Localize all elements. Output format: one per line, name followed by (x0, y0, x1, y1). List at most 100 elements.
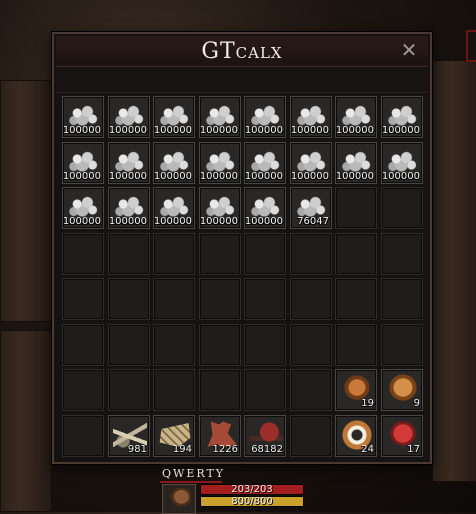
inventory-slot-empty[interactable] (381, 187, 423, 229)
inventory-slot-empty[interactable] (62, 233, 104, 275)
item-quantity: 24 (361, 444, 374, 455)
inventory-slot-empty[interactable] (244, 233, 286, 275)
inventory-slot[interactable]: 100000 (335, 142, 377, 184)
window-titlebar[interactable]: GTcalx ✕ (56, 36, 428, 67)
inventory-slot[interactable]: 76047 (290, 187, 332, 229)
inventory-slot-empty[interactable] (199, 278, 241, 320)
item-quantity: 100000 (153, 171, 192, 182)
inventory-slot-empty[interactable] (290, 324, 332, 366)
inventory-slot-empty[interactable] (381, 278, 423, 320)
inventory-slot[interactable]: 100000 (381, 96, 423, 138)
inventory-slot[interactable]: 100000 (108, 187, 150, 229)
inventory-slot-empty[interactable] (62, 415, 104, 457)
item-quantity: 100000 (335, 125, 374, 136)
inventory-slot-empty[interactable] (199, 369, 241, 411)
item-quantity: 100000 (381, 171, 420, 182)
inventory-slot-empty[interactable] (153, 324, 195, 366)
item-quantity: 100000 (108, 171, 147, 182)
inventory-slot-empty[interactable] (290, 415, 332, 457)
inventory-slot-empty[interactable] (244, 369, 286, 411)
character-portrait[interactable] (162, 484, 196, 514)
inventory-slot[interactable]: 100000 (108, 142, 150, 184)
item-quantity: 100000 (108, 125, 147, 136)
inventory-slot-empty[interactable] (381, 324, 423, 366)
inventory-slot-empty[interactable] (290, 278, 332, 320)
inventory-slot-empty[interactable] (290, 233, 332, 275)
item-quantity: 100000 (62, 171, 101, 182)
inventory-slot[interactable]: 24 (335, 415, 377, 457)
character-name: QWERTY (162, 467, 226, 480)
inventory-slot[interactable]: 100000 (290, 142, 332, 184)
window-title: GTcalx (201, 39, 283, 64)
inventory-slot[interactable]: 100000 (199, 187, 241, 229)
inventory-slot-empty[interactable] (335, 233, 377, 275)
item-quantity: 100000 (199, 216, 238, 227)
inventory-slot[interactable]: 19 (335, 369, 377, 411)
inventory-slot[interactable]: 17 (381, 415, 423, 457)
item-quantity: 100000 (199, 171, 238, 182)
close-icon[interactable]: ✕ (400, 40, 418, 60)
inventory-slot[interactable]: 100000 (153, 187, 195, 229)
inventory-slot-empty[interactable] (335, 278, 377, 320)
inventory-slot[interactable]: 100000 (153, 96, 195, 138)
item-quantity: 194 (172, 444, 192, 455)
inventory-slot[interactable]: 100000 (62, 187, 104, 229)
item-quantity: 981 (127, 444, 147, 455)
stamina-value: 800/800 (231, 496, 273, 507)
item-quantity: 100000 (290, 125, 329, 136)
background-frame (466, 30, 476, 62)
inventory-slot[interactable]: 100000 (108, 96, 150, 138)
inventory-slot-empty[interactable] (108, 324, 150, 366)
name-underline (160, 481, 222, 483)
inventory-slot-empty[interactable] (244, 324, 286, 366)
inventory-slot-empty[interactable] (199, 233, 241, 275)
inventory-slot[interactable]: 100000 (290, 96, 332, 138)
background-plank (0, 330, 52, 512)
inventory-slot[interactable]: 68182 (244, 415, 286, 457)
inventory-slot[interactable]: 1226 (199, 415, 241, 457)
inventory-slot-empty[interactable] (335, 187, 377, 229)
inventory-slot[interactable]: 100000 (153, 142, 195, 184)
inventory-slot-empty[interactable] (290, 369, 332, 411)
inventory-slot-empty[interactable] (108, 369, 150, 411)
background-plank (432, 60, 476, 482)
inventory-slot-empty[interactable] (153, 369, 195, 411)
inventory-slot[interactable]: 100000 (62, 142, 104, 184)
background-plank (0, 80, 52, 322)
inventory-slot[interactable]: 9 (381, 369, 423, 411)
item-quantity: 100000 (62, 216, 101, 227)
inventory-slot[interactable]: 100000 (199, 96, 241, 138)
inventory-slot[interactable]: 100000 (199, 142, 241, 184)
inventory-slot-empty[interactable] (62, 369, 104, 411)
item-quantity: 100000 (244, 216, 283, 227)
health-value: 203/203 (231, 484, 273, 495)
window-subbar (56, 68, 428, 93)
inventory-slot-empty[interactable] (62, 278, 104, 320)
item-quantity: 100000 (244, 171, 283, 182)
inventory-slot[interactable]: 100000 (62, 96, 104, 138)
inventory-slot-empty[interactable] (153, 278, 195, 320)
inventory-slot-empty[interactable] (244, 278, 286, 320)
inventory-slot-empty[interactable] (62, 324, 104, 366)
inventory-slot[interactable]: 981 (108, 415, 150, 457)
item-quantity: 9 (413, 398, 420, 409)
inventory-slot[interactable]: 100000 (244, 142, 286, 184)
inventory-slot[interactable]: 194 (153, 415, 195, 457)
inventory-slot-empty[interactable] (335, 324, 377, 366)
inventory-slot-empty[interactable] (381, 233, 423, 275)
item-quantity: 100000 (153, 216, 192, 227)
inventory-slot-empty[interactable] (153, 233, 195, 275)
item-quantity: 19 (361, 398, 374, 409)
item-quantity: 100000 (199, 125, 238, 136)
item-quantity: 76047 (297, 216, 329, 227)
inventory-slot-empty[interactable] (199, 324, 241, 366)
item-quantity: 100000 (153, 125, 192, 136)
item-quantity: 1226 (212, 444, 238, 455)
inventory-slot-empty[interactable] (108, 233, 150, 275)
inventory-slot[interactable]: 100000 (244, 187, 286, 229)
inventory-slot[interactable]: 100000 (335, 96, 377, 138)
inventory-slot[interactable]: 100000 (244, 96, 286, 138)
item-quantity: 100000 (244, 125, 283, 136)
inventory-slot[interactable]: 100000 (381, 142, 423, 184)
inventory-slot-empty[interactable] (108, 278, 150, 320)
